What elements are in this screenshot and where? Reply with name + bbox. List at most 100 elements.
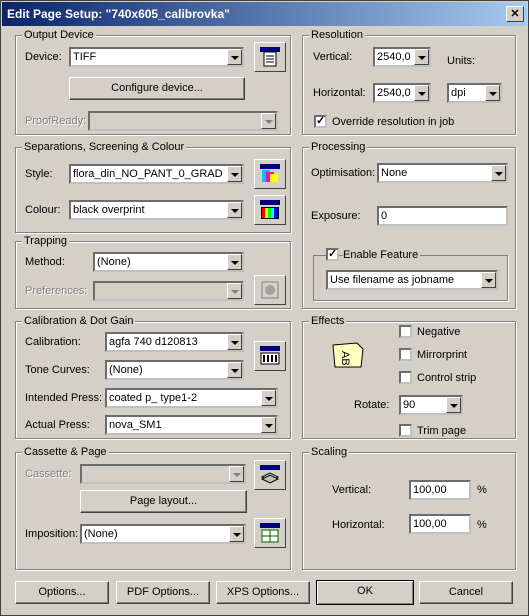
effects-title: Effects	[309, 315, 347, 327]
calibration-edit-button[interactable]	[254, 341, 286, 371]
override-resolution-checkbox[interactable]	[314, 114, 327, 128]
chevron-down-icon[interactable]	[227, 334, 242, 350]
res-horizontal-select[interactable]: 2540,0	[373, 83, 431, 103]
intended-press-select[interactable]: coated p_ type1-2	[105, 388, 278, 408]
scale-vertical-label: Vertical:	[332, 484, 372, 496]
chevron-down-icon[interactable]	[229, 526, 244, 542]
preferences-select[interactable]	[93, 281, 244, 301]
ok-button[interactable]: OK	[316, 580, 414, 605]
enable-feature-checkbox[interactable]	[326, 247, 339, 261]
style-select[interactable]: flora_din_NO_PANT_0_GRAD	[69, 164, 244, 184]
close-icon[interactable]: ✕	[506, 6, 524, 22]
chevron-down-icon[interactable]	[446, 397, 461, 413]
scale-vertical-input[interactable]: 100,00	[409, 480, 471, 500]
chevron-down-icon[interactable]	[261, 113, 276, 129]
preferences-edit-button[interactable]	[254, 275, 286, 305]
device-select[interactable]: TIFF	[69, 47, 244, 67]
res-vertical-select[interactable]: 2540,0	[373, 47, 431, 67]
chevron-down-icon[interactable]	[227, 254, 242, 270]
title-bar: Edit Page Setup: "740x605_calibrovka" ✕	[2, 2, 527, 26]
svg-text:AB: AB	[339, 351, 351, 366]
pdf-options-button[interactable]: PDF Options...	[116, 581, 210, 604]
chevron-down-icon[interactable]	[227, 283, 242, 299]
colour-edit-button[interactable]	[254, 195, 286, 225]
intended-press-label: Intended Press:	[25, 392, 103, 404]
cassette-label: Cassette:	[25, 468, 72, 480]
override-resolution-label: Override resolution in job	[332, 116, 455, 128]
method-select[interactable]: (None)	[93, 252, 244, 272]
calibration-title: Calibration & Dot Gain	[22, 315, 136, 327]
scale-horizontal-input[interactable]: 100,00	[409, 514, 471, 534]
style-edit-button[interactable]	[254, 159, 286, 189]
imposition-select[interactable]: (None)	[80, 524, 246, 544]
tone-curves-label: Tone Curves:	[25, 364, 90, 376]
calibration-select[interactable]: agfa 740 d120813	[105, 332, 244, 352]
feature-select[interactable]: Use filename as jobname	[326, 270, 498, 290]
chevron-down-icon[interactable]	[227, 362, 242, 378]
scale-vertical-percent: %	[477, 484, 487, 496]
cassette-edit-button[interactable]	[254, 460, 286, 490]
trim-page-checkbox[interactable]	[399, 424, 412, 437]
units-select[interactable]: dpi	[447, 83, 502, 103]
edit-page-setup-dialog: Edit Page Setup: "740x605_calibrovka" ✕ …	[0, 0, 529, 616]
chevron-down-icon[interactable]	[229, 466, 244, 482]
chevron-down-icon[interactable]	[227, 49, 242, 65]
trapping-icon	[261, 281, 279, 299]
imposition-edit-button[interactable]	[254, 518, 286, 548]
document-icon	[260, 47, 280, 67]
options-button[interactable]: Options...	[15, 581, 109, 604]
imposition-label: Imposition:	[25, 528, 79, 540]
device-label: Device:	[25, 51, 62, 63]
rotate-select[interactable]: 90	[399, 395, 463, 415]
paper-stack-icon	[260, 465, 280, 484]
proofready-select[interactable]	[88, 111, 278, 131]
separations-group: Separations, Screening & Colour	[15, 141, 291, 233]
tone-curves-select[interactable]: (None)	[105, 360, 244, 380]
chevron-down-icon[interactable]	[491, 165, 506, 181]
optimisation-select[interactable]: None	[377, 163, 508, 183]
cassette-select[interactable]	[80, 464, 246, 484]
negative-label: Negative	[417, 326, 461, 338]
chevron-down-icon[interactable]	[414, 49, 429, 65]
chevron-down-icon[interactable]	[485, 85, 500, 101]
chevron-down-icon[interactable]	[227, 166, 242, 182]
negative-checkbox[interactable]	[399, 325, 412, 338]
device-properties-button[interactable]	[254, 42, 286, 72]
xps-options-button[interactable]: XPS Options...	[216, 581, 310, 604]
configure-device-button[interactable]: Configure device...	[69, 77, 245, 100]
resolution-title: Resolution	[309, 29, 365, 41]
page-orientation-icon: AB	[332, 342, 364, 368]
cassette-title: Cassette & Page	[22, 446, 109, 458]
colour-label: Colour:	[25, 204, 61, 216]
exposure-input[interactable]: 0	[377, 206, 508, 226]
separations-title: Separations, Screening & Colour	[22, 141, 187, 153]
trim-page-label: Trim page	[417, 425, 467, 437]
res-vertical-label: Vertical:	[313, 51, 353, 63]
actual-press-select[interactable]: nova_SM1	[105, 415, 278, 435]
trapping-title: Trapping	[22, 235, 70, 247]
separations-icon	[260, 164, 280, 182]
colour-select[interactable]: black overprint	[69, 200, 244, 220]
chevron-down-icon[interactable]	[227, 202, 242, 218]
control-strip-checkbox[interactable]	[399, 371, 412, 384]
optimisation-label: Optimisation:	[311, 167, 376, 179]
method-label: Method:	[25, 256, 65, 268]
colour-palette-icon	[260, 200, 280, 219]
imposition-icon	[260, 523, 280, 543]
mirrorprint-checkbox[interactable]	[399, 348, 412, 361]
chevron-down-icon[interactable]	[414, 85, 429, 101]
scaling-title: Scaling	[309, 446, 350, 458]
calibration-label: Calibration:	[25, 336, 81, 348]
enable-feature-label: Enable Feature	[343, 248, 421, 262]
page-layout-button[interactable]: Page layout...	[80, 490, 247, 513]
window-title: Edit Page Setup: "740x605_calibrovka"	[7, 7, 230, 21]
res-horizontal-label: Horizontal:	[313, 87, 366, 99]
processing-title: Processing	[309, 141, 368, 153]
scaling-group: Scaling	[302, 446, 516, 570]
units-label: Units:	[447, 55, 476, 67]
chevron-down-icon[interactable]	[261, 417, 276, 433]
chevron-down-icon[interactable]	[261, 390, 276, 406]
control-strip-label: Control strip	[417, 372, 477, 384]
cancel-button[interactable]: Cancel	[419, 581, 513, 604]
chevron-down-icon[interactable]	[481, 272, 496, 288]
